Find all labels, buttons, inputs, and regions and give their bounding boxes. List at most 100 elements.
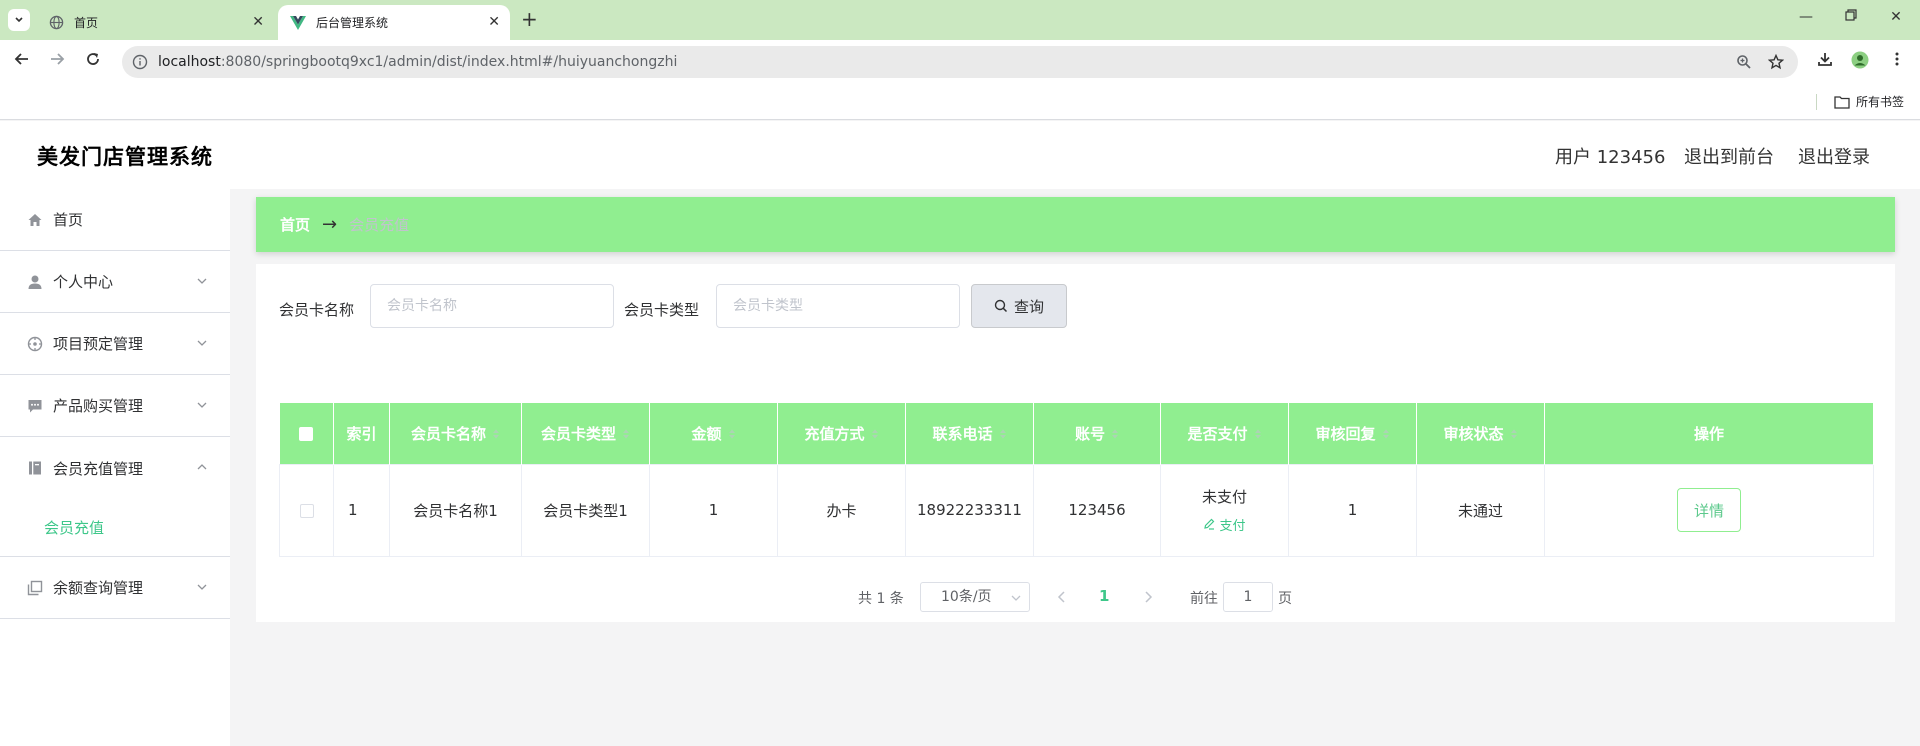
browser-tab-home[interactable]: 首页 ✕ — [36, 5, 274, 40]
paid-status: 未支付 — [1201, 487, 1247, 506]
sort-icon[interactable] — [1510, 428, 1518, 440]
page-suffix: 页 — [1278, 591, 1292, 607]
url-path: :8080/springbootq9xc1/admin/dist/index.h… — [220, 54, 678, 70]
sidebar-item-balance-query[interactable]: 余额查询管理 — [0, 557, 230, 619]
cell-status: 未通过 — [1416, 463, 1545, 557]
all-bookmarks-button[interactable]: 所有书签 — [1834, 93, 1904, 110]
main-content: 首页 → 会员充值 会员卡名称 会员卡类型 查询 索引 会员卡名称 — [256, 197, 1895, 622]
sidebar-item-home[interactable]: 首页 — [0, 189, 230, 251]
sort-icon[interactable] — [492, 428, 500, 440]
column-header[interactable]: 是否支付 — [1160, 403, 1289, 464]
logout-link[interactable]: 退出登录 — [1798, 143, 1870, 169]
breadcrumb: 首页 → 会员充值 — [256, 197, 1895, 252]
cell-amount: 1 — [649, 463, 778, 557]
column-header[interactable]: 金额 — [649, 403, 778, 464]
sidebar-item-product-purchase[interactable]: 产品购买管理 — [0, 375, 230, 437]
new-tab-icon[interactable]: + — [521, 8, 538, 30]
back-icon[interactable] — [11, 51, 33, 71]
column-header[interactable]: 账号 — [1033, 403, 1161, 464]
table-row: 1 会员卡名称1 会员卡类型1 1 办卡 18922233311 123456 … — [279, 463, 1874, 557]
address-bar[interactable]: localhost:8080/springbootq9xc1/admin/dis… — [122, 46, 1798, 78]
chevron-down-icon — [197, 402, 207, 408]
pay-button[interactable]: 支付 — [1203, 515, 1246, 534]
card-type-label: 会员卡类型 — [624, 301, 700, 319]
goto-page-input[interactable] — [1223, 582, 1273, 612]
recharge-table: 索引 会员卡名称 会员卡类型 金额 充值方式 联系电话 账号 是否支付 审核回复… — [279, 403, 1874, 557]
search-icon — [994, 299, 1008, 313]
cell-method: 办卡 — [777, 463, 906, 557]
table-header-row: 索引 会员卡名称 会员卡类型 金额 充值方式 联系电话 账号 是否支付 审核回复… — [279, 403, 1874, 464]
card-name-label: 会员卡名称 — [279, 301, 355, 319]
forward-icon[interactable] — [46, 51, 68, 71]
column-header[interactable]: 会员卡名称 — [389, 403, 522, 464]
app-header: 美发门店管理系统 用户 123456 退出到前台 退出登录 — [0, 121, 1920, 189]
sidebar-item-personal-center[interactable]: 个人中心 — [0, 251, 230, 313]
browser-tab-title: 首页 — [74, 16, 99, 30]
cell-actions: 详情 — [1544, 463, 1874, 557]
sort-icon[interactable] — [999, 428, 1007, 440]
close-window-icon[interactable]: ✕ — [1886, 9, 1906, 25]
exit-to-front-link[interactable]: 退出到前台 — [1684, 143, 1774, 169]
edit-icon — [1204, 518, 1215, 530]
sort-icon[interactable] — [1382, 428, 1390, 440]
column-header[interactable]: 联系电话 — [905, 403, 1034, 464]
prev-page-icon[interactable] — [1056, 590, 1068, 604]
cell-card-type: 会员卡类型1 — [521, 463, 650, 557]
sidebar-item-label: 个人中心 — [53, 273, 114, 291]
select-all-checkbox[interactable] — [279, 403, 334, 464]
sidebar-item-label: 会员充值管理 — [53, 459, 144, 478]
column-header[interactable]: 会员卡类型 — [521, 403, 650, 464]
globe-icon — [48, 15, 64, 31]
page-number-current[interactable]: 1 — [1099, 587, 1109, 605]
close-icon[interactable]: ✕ — [488, 14, 500, 30]
profile-avatar-icon[interactable] — [1849, 51, 1871, 73]
sort-icon[interactable] — [1111, 428, 1119, 440]
restore-icon[interactable] — [1841, 9, 1861, 25]
pay-button-label: 支付 — [1219, 518, 1246, 534]
cell-phone: 18922233311 — [905, 463, 1034, 557]
cell-reply: 1 — [1288, 463, 1417, 557]
card-name-input[interactable] — [370, 284, 614, 328]
cell-paid: 未支付 支付 — [1160, 463, 1289, 557]
search-button[interactable]: 查询 — [971, 284, 1067, 328]
info-icon[interactable] — [132, 54, 148, 70]
sidebar-item-member-recharge[interactable]: 会员充值管理 — [0, 437, 230, 499]
content-panel: 会员卡名称 会员卡类型 查询 索引 会员卡名称 会员卡类型 金额 — [256, 264, 1895, 622]
card-type-input[interactable] — [716, 284, 960, 328]
sort-icon[interactable] — [622, 428, 630, 440]
goto-label: 前往 — [1190, 591, 1218, 607]
reload-icon[interactable] — [82, 51, 104, 71]
user-icon — [26, 273, 44, 291]
page-size-select[interactable]: 10条/页 — [920, 582, 1030, 612]
notebook-icon — [26, 459, 44, 477]
star-icon[interactable] — [1768, 54, 1784, 70]
detail-button[interactable]: 详情 — [1677, 488, 1741, 532]
column-header[interactable]: 审核回复 — [1288, 403, 1417, 464]
sort-icon[interactable] — [871, 428, 879, 440]
cell-index: 1 — [333, 463, 390, 557]
bookmarks-bar: 所有书签 — [0, 84, 1920, 120]
minimize-icon[interactable]: — — [1796, 9, 1816, 25]
sidebar-subitem-member-recharge[interactable]: 会员充值 — [0, 499, 230, 557]
chevron-down-icon — [197, 584, 207, 590]
breadcrumb-home[interactable]: 首页 — [280, 214, 310, 235]
next-page-icon[interactable] — [1142, 590, 1154, 604]
zoom-icon[interactable] — [1736, 54, 1752, 70]
download-icon[interactable] — [1814, 51, 1836, 71]
column-header[interactable]: 充值方式 — [777, 403, 906, 464]
sidebar-item-project-booking[interactable]: 项目预定管理 — [0, 313, 230, 375]
sidebar-item-label: 产品购买管理 — [53, 397, 144, 415]
close-icon[interactable]: ✕ — [252, 14, 264, 30]
browser-tabbar: 首页 ✕ 后台管理系统 ✕ + — ✕ — [0, 0, 1920, 40]
sort-icon[interactable] — [1254, 428, 1262, 440]
chevron-up-icon — [197, 464, 207, 470]
sidebar: 首页 个人中心 项目预定管理 产品购买管理 会员充值管理 会员充值 余额查询管理 — [0, 189, 230, 746]
row-checkbox[interactable] — [279, 463, 334, 557]
kebab-menu-icon[interactable] — [1886, 51, 1908, 71]
browser-tab-admin[interactable]: 后台管理系统 ✕ — [278, 5, 510, 40]
column-header[interactable]: 审核状态 — [1416, 403, 1545, 464]
tab-search-button[interactable] — [8, 9, 30, 31]
user-label: 用户 123456 — [1555, 147, 1666, 168]
compass-icon — [26, 335, 44, 353]
sort-icon[interactable] — [728, 428, 736, 440]
